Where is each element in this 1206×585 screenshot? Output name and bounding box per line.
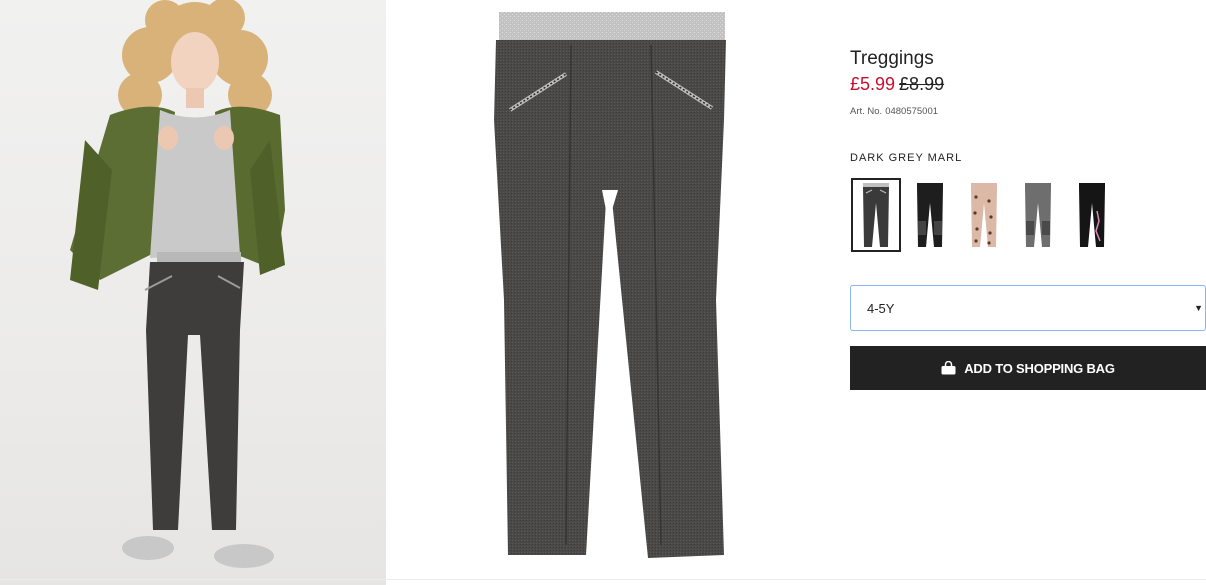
size-select[interactable]: 4-5Y ▼ bbox=[850, 285, 1206, 331]
article-number-value: 0480575001 bbox=[885, 106, 939, 117]
product-info: Treggings £5.99 £8.99 Art. No. 0480575001 … bbox=[850, 0, 1206, 585]
original-price: £8.99 bbox=[899, 74, 945, 94]
model-photo[interactable] bbox=[0, 0, 386, 585]
chevron-down-icon: ▼ bbox=[1194, 303, 1203, 313]
selected-color-name: DARK GREY MARL bbox=[850, 152, 963, 164]
color-swatch-black-knee-patch[interactable] bbox=[905, 178, 955, 252]
product-title: Treggings bbox=[850, 48, 934, 69]
divider bbox=[0, 579, 1206, 580]
article-number-label: Art. No. bbox=[850, 106, 883, 117]
model-illustration bbox=[70, 0, 285, 568]
product-photo[interactable] bbox=[386, 0, 838, 585]
size-select-value: 4-5Y bbox=[867, 300, 895, 316]
swatch-thumbnail-icon bbox=[971, 183, 997, 247]
swatch-thumbnail-icon bbox=[917, 183, 943, 247]
swatch-thumbnail-icon bbox=[1079, 183, 1105, 247]
color-swatch-black-print[interactable] bbox=[1067, 178, 1117, 252]
color-swatch-dark-grey-marl[interactable] bbox=[851, 178, 901, 252]
color-swatch-grey-knee-patch[interactable] bbox=[1013, 178, 1063, 252]
add-to-bag-label: ADD TO SHOPPING BAG bbox=[964, 360, 1115, 376]
color-swatches bbox=[851, 178, 1117, 252]
swatch-thumbnail-icon bbox=[1025, 183, 1051, 247]
swatch-thumbnail-icon bbox=[863, 183, 889, 247]
product-price: £5.99 £8.99 bbox=[850, 74, 944, 95]
add-to-bag-button[interactable]: ADD TO SHOPPING BAG bbox=[850, 346, 1206, 390]
article-number: Art. No. 0480575001 bbox=[850, 106, 938, 117]
treggings-illustration bbox=[494, 12, 726, 558]
color-swatch-leopard[interactable] bbox=[959, 178, 1009, 252]
sale-price: £5.99 bbox=[850, 74, 896, 94]
shopping-bag-icon bbox=[941, 361, 956, 375]
